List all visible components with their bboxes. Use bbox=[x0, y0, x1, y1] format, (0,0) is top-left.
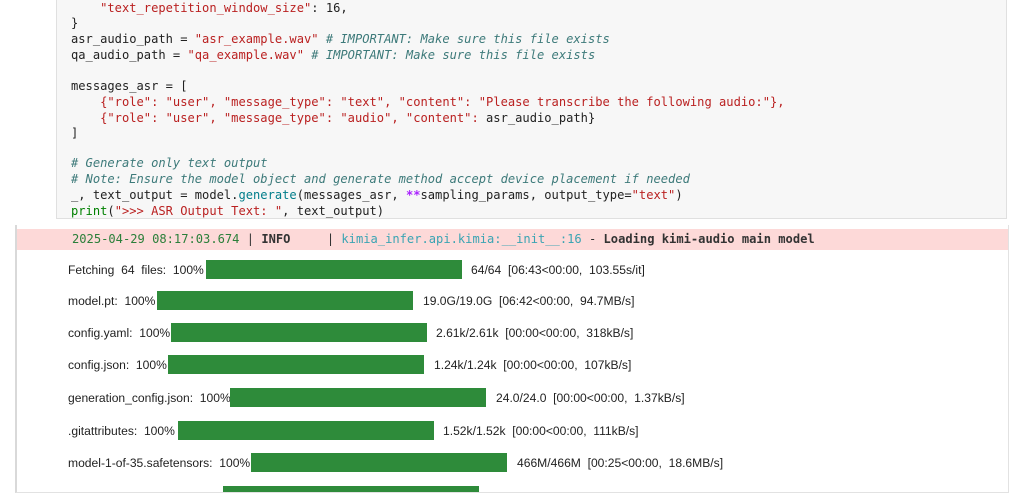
code-text: messages_asr = [ bbox=[71, 79, 188, 93]
progress-bar bbox=[251, 453, 507, 472]
code-line: _, text_output = model.generate(messages… bbox=[71, 187, 683, 203]
progress-bar bbox=[168, 355, 424, 374]
code-text: ) bbox=[675, 188, 683, 202]
code-text: asr_audio_path bbox=[71, 32, 173, 46]
progress-bar bbox=[178, 421, 434, 440]
code-line: # Note: Ensure the model object and gene… bbox=[71, 171, 690, 187]
progress-label: model-1-of-35.safetensors: 100% bbox=[68, 456, 251, 470]
code-line: {"role": "user", "message_type": "text",… bbox=[71, 94, 785, 110]
code-line: "text_repetition_window_size": 16, bbox=[71, 0, 348, 16]
code-text: {"role": "user", "message_type": "text",… bbox=[71, 95, 785, 109]
log-separator: | bbox=[319, 232, 342, 246]
code-comment: # IMPORTANT: Make sure this file exists bbox=[304, 48, 596, 62]
progress-label: generation_config.json: 100% bbox=[68, 391, 231, 405]
progress-label: model.pt: 100% bbox=[68, 294, 156, 308]
code-string: "text_repetition_window_size" bbox=[100, 1, 312, 15]
progress-stats: 1.24k/1.24k [00:00<00:00, 107kB/s] bbox=[434, 358, 632, 372]
progress-label: Fetching 64 files: 100% bbox=[68, 263, 204, 277]
progress-bar bbox=[230, 388, 486, 407]
code-string: "asr_example.wav" bbox=[194, 32, 319, 46]
log-module: kimia_infer.api.kimia:__init__:16 bbox=[341, 232, 582, 246]
code-line: asr_audio_path = "asr_example.wav" # IMP… bbox=[71, 31, 610, 47]
code-line: } bbox=[71, 15, 78, 31]
code-text: , text_output) bbox=[282, 204, 385, 218]
code-line: {"role": "user", "message_type": "audio"… bbox=[71, 110, 595, 126]
code-comment: # IMPORTANT: Make sure this file exists bbox=[318, 32, 610, 46]
code-line: messages_asr = [ bbox=[71, 78, 188, 94]
progress-bar bbox=[157, 291, 413, 310]
code-line: qa_audio_path = "qa_example.wav" # IMPOR… bbox=[71, 47, 595, 63]
log-separator: - bbox=[581, 232, 604, 246]
code-text: : 16, bbox=[311, 1, 348, 15]
code-string: "qa_example.wav" bbox=[187, 48, 305, 62]
code-text: = bbox=[172, 32, 195, 46]
progress-stats: 466M/466M [00:25<00:00, 18.6MB/s] bbox=[517, 456, 724, 470]
progress-label: config.yaml: 100% bbox=[68, 326, 171, 340]
code-comment: # Generate only text output bbox=[71, 156, 268, 170]
code-comment: # Note: Ensure the model object and gene… bbox=[71, 172, 690, 186]
code-text: ] bbox=[71, 126, 79, 140]
code-text: } bbox=[71, 16, 79, 30]
log-message: Loading kimi-audio main model bbox=[603, 232, 815, 246]
code-line: # Generate only text output bbox=[71, 155, 268, 171]
code-function: generate bbox=[238, 188, 297, 202]
progress-bar bbox=[206, 260, 462, 279]
code-text: (messages_asr, bbox=[296, 188, 406, 202]
progress-stats: 2.61k/2.61k [00:00<00:00, 318kB/s] bbox=[436, 326, 634, 340]
code-text: _, text_output = model. bbox=[71, 188, 239, 202]
log-timestamp: 2025-04-29 08:17:03.674 bbox=[72, 232, 240, 246]
output-area[interactable]: 2025-04-29 08:17:03.674 | INFO | kimia_i… bbox=[15, 225, 1009, 493]
code-text: ( bbox=[107, 204, 115, 218]
progress-stats: 64/64 [06:43<00:00, 103.55s/it] bbox=[471, 263, 645, 277]
progress-bar bbox=[223, 486, 479, 492]
code-cell[interactable]: "text_repetition_window_size": 16, } asr… bbox=[56, 0, 1007, 219]
code-text: sampling_params, output_type= bbox=[420, 188, 632, 202]
log-line: 2025-04-29 08:17:03.674 | INFO | kimia_i… bbox=[17, 229, 1008, 250]
progress-stats: 24.0/24.0 [00:00<00:00, 1.37kB/s] bbox=[496, 391, 685, 405]
progress-stats: 1.52k/1.52k [00:00<00:00, 111kB/s] bbox=[443, 424, 639, 438]
code-line: print(">>> ASR Output Text: ", text_outp… bbox=[71, 203, 384, 219]
log-separator: | bbox=[239, 232, 262, 246]
code-string: ">>> ASR Output Text: " bbox=[114, 204, 283, 218]
log-level: INFO bbox=[261, 232, 320, 246]
progress-stats: 19.0G/19.0G [06:42<00:00, 94.7MB/s] bbox=[423, 294, 635, 308]
code-text: = bbox=[165, 48, 188, 62]
code-text: qa_audio_path bbox=[71, 48, 166, 62]
progress-label: .gitattributes: 100% bbox=[68, 424, 175, 438]
code-string: "text" bbox=[631, 188, 676, 202]
code-operator: ** bbox=[405, 188, 421, 202]
code-text: asr_audio_path} bbox=[486, 111, 596, 125]
code-line: ] bbox=[71, 125, 78, 141]
progress-bar bbox=[171, 323, 427, 342]
code-builtin: print bbox=[71, 204, 108, 218]
code-text: {"role": "user", "message_type": "audio"… bbox=[71, 111, 487, 125]
progress-label: config.json: 100% bbox=[68, 358, 167, 372]
